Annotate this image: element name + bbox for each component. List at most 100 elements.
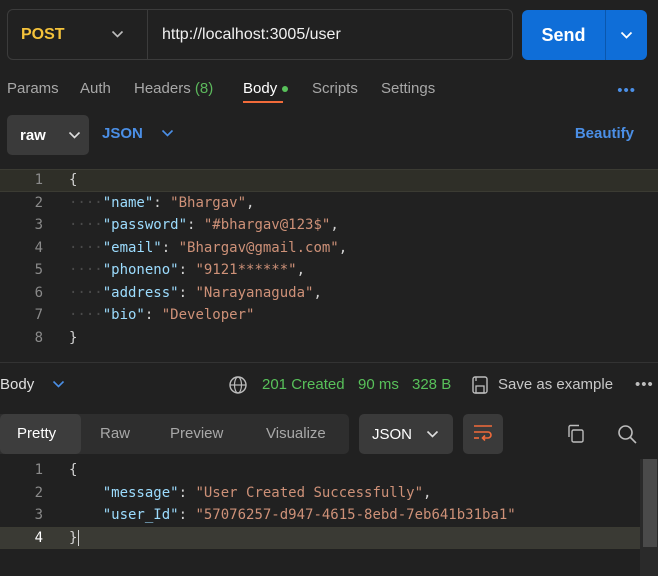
json-key: "user_Id" [102, 507, 179, 524]
status-badge[interactable]: 201 Created [262, 376, 345, 393]
code-line: 3 ····"password": "#bhargav@123$", [0, 214, 658, 237]
json-value: "Developer" [161, 307, 255, 324]
tab-headers[interactable]: Headers (8) [134, 80, 213, 97]
response-view-tabs: Pretty Raw Preview Visualize [0, 414, 349, 454]
json-key: "message" [102, 484, 179, 501]
request-tabs: Params Auth Headers (8) Body Scripts Set… [0, 80, 658, 102]
response-header: Body 201 Created 90 ms 328 B Save as exa… [0, 376, 658, 396]
send-options-button[interactable] [606, 10, 647, 60]
tab-body-label: Body [243, 80, 278, 97]
body-modified-dot [282, 86, 289, 93]
close-brace: } [69, 529, 78, 546]
globe-icon[interactable] [228, 375, 248, 399]
response-more-icon[interactable]: ••• [635, 376, 654, 393]
code-line: 3 "user_Id": "57076257-d947-4615-8ebd-7e… [0, 504, 658, 527]
pane-divider[interactable] [0, 362, 658, 363]
json-key: "phoneno" [102, 262, 179, 279]
line-number: 4 [34, 529, 43, 546]
json-value: "57076257-d947-4615-8ebd-7eb641b31ba1" [195, 507, 516, 524]
line-number: 7 [34, 307, 43, 324]
json-value: "Bhargav" [170, 194, 247, 211]
body-mode-label: raw [20, 126, 46, 144]
response-body-viewer[interactable]: 1 { 2 "message": "User Created Successfu… [0, 459, 658, 559]
chevron-down-icon [161, 126, 174, 141]
open-brace: { [69, 172, 78, 189]
wrap-lines-icon [472, 423, 494, 445]
response-section-label: Body [0, 376, 35, 393]
active-tab-underline [243, 101, 283, 103]
method-label: POST [21, 25, 65, 43]
body-language-select[interactable]: JSON [102, 125, 174, 142]
code-line: 6 ····"address": "Narayanaguda", [0, 282, 658, 305]
json-value: "#bhargav@123$" [203, 217, 331, 234]
json-key: "password" [102, 217, 188, 234]
headers-count-badge: (8) [194, 80, 214, 97]
chevron-down-icon [426, 427, 439, 442]
response-section-select[interactable]: Body [0, 376, 65, 393]
response-format-label: JSON [372, 425, 413, 443]
code-line: 7 ····"bio": "Developer" [0, 304, 658, 327]
line-number: 3 [34, 217, 43, 234]
chevron-down-icon [52, 377, 65, 392]
chevron-down-icon [111, 27, 124, 42]
line-number: 8 [34, 329, 43, 346]
tab-auth[interactable]: Auth [80, 80, 111, 97]
open-brace: { [69, 462, 78, 479]
json-key: "address" [102, 284, 179, 301]
chevron-down-icon [620, 27, 633, 44]
tab-scripts[interactable]: Scripts [312, 80, 358, 97]
json-key: "email" [102, 239, 162, 256]
request-bar: POST http://localhost:3005/user [7, 9, 513, 60]
tab-visualize[interactable]: Visualize [266, 425, 326, 442]
beautify-button[interactable]: Beautify [575, 125, 634, 142]
body-language-label: JSON [102, 125, 143, 142]
tab-preview[interactable]: Preview [170, 425, 223, 442]
tab-raw[interactable]: Raw [100, 425, 130, 442]
tab-settings[interactable]: Settings [381, 80, 435, 97]
scrollbar-thumb[interactable] [643, 459, 657, 547]
json-key: "name" [102, 194, 154, 211]
line-number: 4 [34, 239, 43, 256]
body-mode-select[interactable]: raw [7, 115, 89, 155]
json-value: "Bhargav@gmail.com" [178, 239, 339, 256]
line-number: 5 [34, 262, 43, 279]
code-line: 4 ····"email": "Bhargav@gmail.com", [0, 237, 658, 260]
tab-headers-label: Headers [134, 80, 191, 97]
response-time[interactable]: 90 ms [358, 376, 399, 393]
method-select[interactable]: POST [8, 10, 148, 59]
response-size[interactable]: 328 B [412, 376, 451, 393]
save-as-example-button[interactable]: Save as example [498, 376, 613, 393]
more-options-icon[interactable]: ••• [617, 82, 636, 99]
code-line: 1 { [0, 169, 658, 192]
tab-params[interactable]: Params [7, 80, 59, 97]
chevron-down-icon [68, 128, 81, 143]
copy-icon[interactable] [565, 423, 587, 449]
request-body-editor[interactable]: 1 { 2 ····"name": "Bhargav", 3 ····"pass… [0, 169, 658, 355]
line-number: 6 [34, 284, 43, 301]
url-input[interactable]: http://localhost:3005/user [148, 26, 341, 44]
json-value: "Narayanaguda" [195, 284, 314, 301]
json-value: "9121******" [195, 262, 297, 279]
code-line: 2 ····"name": "Bhargav", [0, 192, 658, 215]
line-number: 1 [34, 172, 43, 189]
send-button-group: Send [522, 10, 647, 60]
code-line: 4 } [0, 526, 640, 549]
response-format-select[interactable]: JSON [359, 414, 453, 454]
code-line: 2 "message": "User Created Successfully"… [0, 482, 658, 505]
tab-pretty[interactable]: Pretty [17, 425, 56, 442]
line-number: 2 [34, 484, 43, 501]
code-line: 1 { [0, 459, 658, 482]
wrap-lines-button[interactable] [463, 414, 503, 454]
json-key: "bio" [102, 307, 145, 324]
send-button[interactable]: Send [522, 10, 606, 60]
line-number: 1 [34, 462, 43, 479]
tab-body[interactable]: Body [243, 80, 289, 97]
search-icon[interactable] [616, 423, 638, 449]
code-line: 8 } [0, 327, 658, 350]
text-cursor [78, 529, 80, 546]
line-number: 3 [34, 507, 43, 524]
json-value: "User Created Successfully" [195, 484, 424, 501]
close-brace: } [69, 329, 78, 346]
code-line: 5 ····"phoneno": "9121******", [0, 259, 658, 282]
save-icon[interactable] [471, 375, 489, 399]
